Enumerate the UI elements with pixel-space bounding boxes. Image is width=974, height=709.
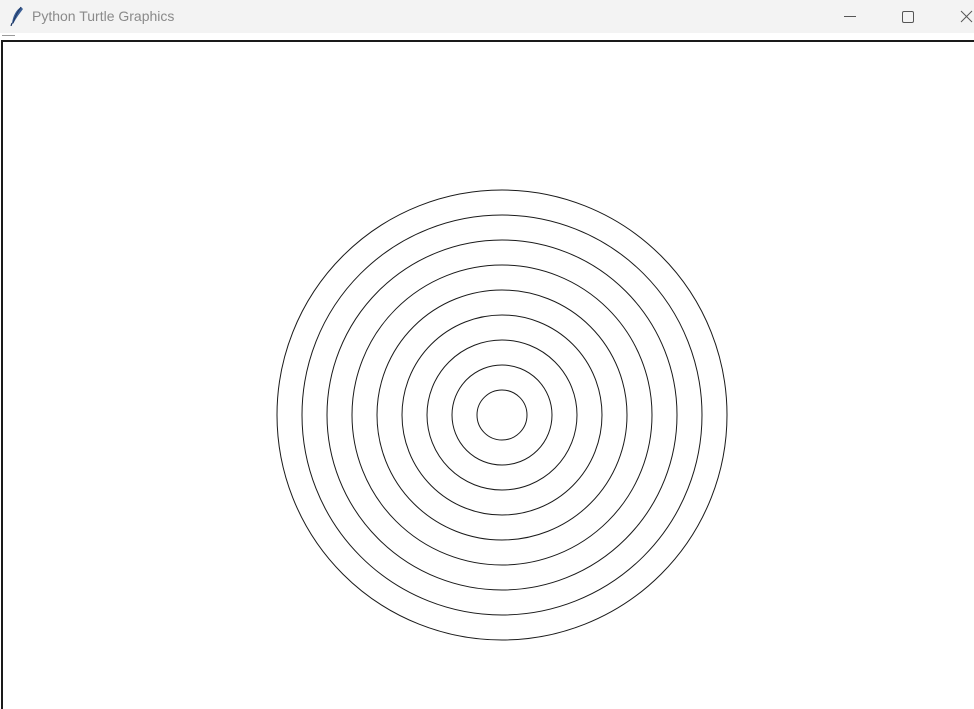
circle-ring-9: [276, 189, 728, 641]
maximize-icon: [902, 11, 914, 23]
circle-ring-4: [401, 314, 603, 516]
title-bar[interactable]: Python Turtle Graphics: [0, 0, 974, 33]
turtle-canvas-area[interactable]: [1, 40, 974, 709]
circle-ring-7: [326, 239, 678, 591]
circle-ring-5: [376, 289, 628, 541]
close-button[interactable]: [943, 0, 974, 33]
circle-ring-3: [426, 339, 578, 491]
circle-ring-2: [451, 364, 553, 466]
close-icon: [960, 10, 973, 23]
circle-ring-6: [351, 264, 653, 566]
circle-ring-1: [476, 389, 528, 441]
window-title: Python Turtle Graphics: [32, 8, 175, 24]
separator: [2, 35, 15, 36]
maximize-button[interactable]: [885, 0, 931, 33]
minimize-icon: [844, 16, 856, 17]
circle-ring-8: [301, 214, 703, 616]
turtle-canvas[interactable]: [3, 42, 974, 709]
feather-icon: [7, 6, 27, 27]
minimize-button[interactable]: [827, 0, 873, 33]
